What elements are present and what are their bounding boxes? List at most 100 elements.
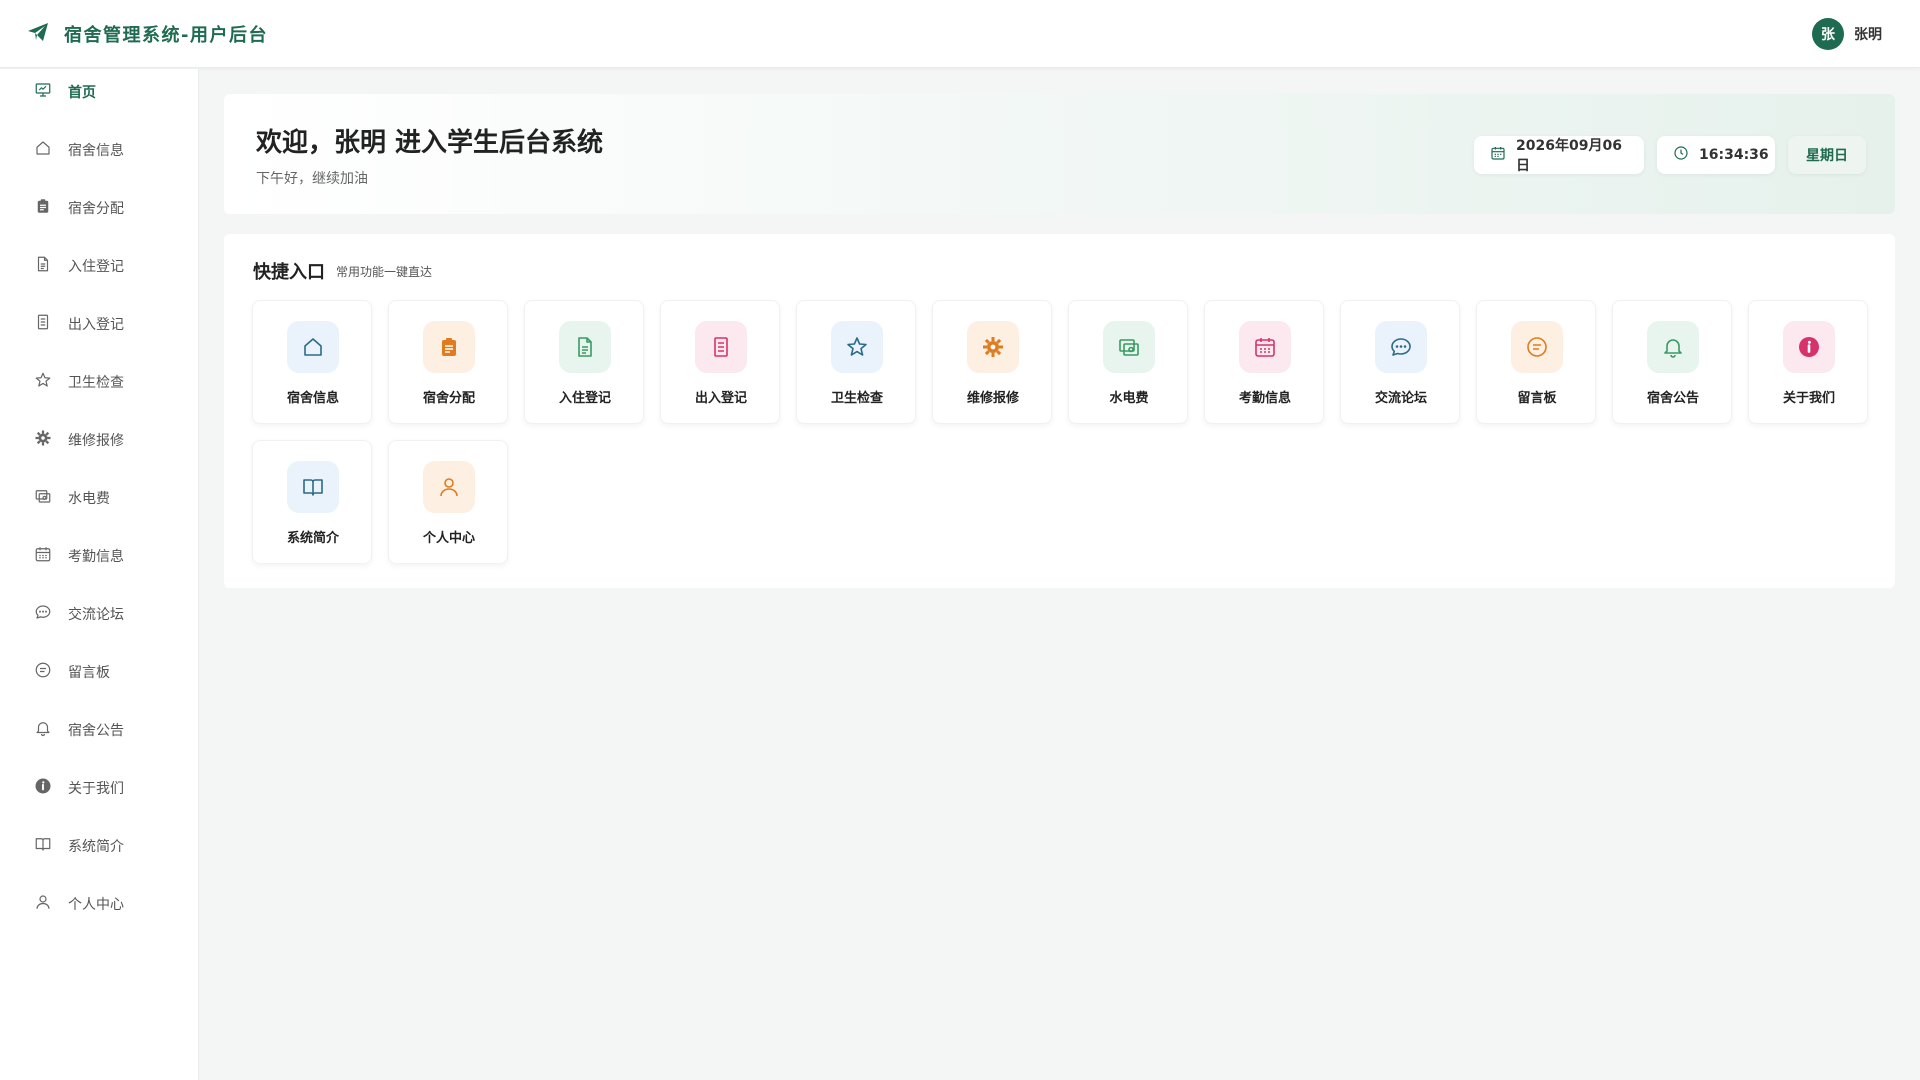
welcome-title: 欢迎，张明 进入学生后台系统 (256, 128, 604, 158)
chat-bubble-icon (1375, 321, 1427, 373)
quick-tile-label: 考勤信息 (1238, 391, 1291, 406)
sidebar-item-label: 个人中心 (68, 897, 124, 913)
sidebar-item-5[interactable]: 出入登记 (0, 300, 199, 348)
quick-tile-label: 入住登记 (558, 391, 611, 406)
sidebar-item-label: 留言板 (68, 665, 110, 681)
welcome-subtitle: 下午好，继续加油 (256, 171, 368, 187)
app-title: 宿舍管理系统-用户后台 (64, 24, 268, 46)
user-icon (34, 893, 52, 915)
quick-tile-2[interactable]: 宿舍分配 (388, 300, 508, 424)
book-icon (287, 461, 339, 513)
user-menu[interactable]: 张 张明 (1812, 18, 1882, 50)
quick-access-panel: 快捷入口 常用功能一键直达 宿舍信息 宿舍分配 入住登记 出入登记 卫生检查 维修报修 水电… (224, 234, 1895, 588)
sidebar-item-label: 维修报修 (68, 433, 124, 449)
quick-tile-14[interactable]: 个人中心 (388, 440, 508, 564)
home-icon (287, 321, 339, 373)
quick-tile-label: 卫生检查 (830, 391, 883, 406)
sidebar-item-13[interactable]: 关于我们 (0, 764, 199, 812)
time-chip: 16:34:36 (1657, 136, 1775, 174)
quick-tile-6[interactable]: 维修报修 (932, 300, 1052, 424)
sidebar-item-6[interactable]: 卫生检查 (0, 358, 199, 406)
quick-tile-10[interactable]: 留言板 (1476, 300, 1596, 424)
gear-icon (34, 429, 52, 451)
calendar-icon (1239, 321, 1291, 373)
bell-icon (1647, 321, 1699, 373)
quick-tile-label: 系统简介 (286, 531, 339, 546)
bell-icon (34, 719, 52, 741)
sidebar-item-3[interactable]: 宿舍分配 (0, 184, 199, 232)
quick-tile-5[interactable]: 卫生检查 (796, 300, 916, 424)
user-icon (423, 461, 475, 513)
date-chip: 2026年09月06日 (1474, 136, 1644, 174)
quick-tile-11[interactable]: 宿舍公告 (1612, 300, 1732, 424)
sidebar-item-1[interactable]: 首页 (0, 68, 199, 116)
quick-tile-13[interactable]: 系统简介 (252, 440, 372, 564)
sidebar-item-8[interactable]: 水电费 (0, 474, 199, 522)
quick-tile-label: 宿舍信息 (286, 391, 339, 406)
calendar-icon (1490, 145, 1516, 165)
sidebar-item-label: 水电费 (68, 491, 110, 507)
gear-icon (967, 321, 1019, 373)
money-icon (1103, 321, 1155, 373)
sidebar-item-label: 系统简介 (68, 839, 124, 855)
quick-tile-4[interactable]: 出入登记 (660, 300, 780, 424)
calendar-icon (34, 545, 52, 567)
quick-tile-label: 水电费 (1109, 391, 1149, 406)
sidebar-item-label: 卫生检查 (68, 375, 124, 391)
sidebar-item-label: 入住登记 (68, 259, 124, 275)
sidebar-item-label: 宿舍公告 (68, 723, 124, 739)
document-icon (559, 321, 611, 373)
clock-icon (1673, 145, 1699, 165)
sidebar-item-4[interactable]: 入住登记 (0, 242, 199, 290)
weekday-chip: 星期日 (1788, 136, 1866, 174)
sidebar-item-15[interactable]: 个人中心 (0, 880, 199, 928)
chat-bubble-icon (34, 603, 52, 625)
clipboard-icon (34, 197, 52, 219)
sidebar-item-label: 关于我们 (68, 781, 124, 797)
quick-tile-label: 维修报修 (966, 391, 1019, 406)
sidebar-item-10[interactable]: 交流论坛 (0, 590, 199, 638)
quick-tile-label: 关于我们 (1782, 391, 1835, 406)
quick-tile-12[interactable]: 关于我们 (1748, 300, 1868, 424)
quick-access-title: 快捷入口 (253, 262, 325, 283)
sidebar-item-label: 交流论坛 (68, 607, 124, 623)
quick-tile-7[interactable]: 水电费 (1068, 300, 1188, 424)
star-icon (831, 321, 883, 373)
quick-tile-8[interactable]: 考勤信息 (1204, 300, 1324, 424)
info-icon (34, 777, 52, 799)
quick-tile-label: 留言板 (1517, 391, 1557, 406)
user-name[interactable]: 张明 (1854, 24, 1882, 44)
star-icon (34, 371, 52, 393)
sidebar-item-2[interactable]: 宿舍信息 (0, 126, 199, 174)
quick-tile-label: 宿舍分配 (422, 391, 475, 406)
sidebar-item-9[interactable]: 考勤信息 (0, 532, 199, 580)
date-text: 2026年09月06日 (1516, 138, 1622, 174)
quick-tile-label: 个人中心 (422, 531, 475, 546)
list-document-icon (34, 313, 52, 335)
sidebar-item-label: 出入登记 (68, 317, 124, 333)
sidebar-item-label: 考勤信息 (68, 549, 124, 565)
message-icon (1511, 321, 1563, 373)
sidebar-item-7[interactable]: 维修报修 (0, 416, 199, 464)
sidebar-item-14[interactable]: 系统简介 (0, 822, 199, 870)
document-icon (34, 255, 52, 277)
message-icon (34, 661, 52, 683)
sidebar-item-11[interactable]: 留言板 (0, 648, 199, 696)
top-bar: 宿舍管理系统-用户后台 张 张明 (0, 0, 1920, 68)
brand[interactable]: 宿舍管理系统-用户后台 (26, 20, 268, 48)
sidebar: 首页宿舍信息宿舍分配入住登记出入登记卫生检查维修报修水电费考勤信息交流论坛留言板… (0, 69, 199, 1080)
time-text: 16:34:36 (1699, 147, 1769, 163)
quick-tile-9[interactable]: 交流论坛 (1340, 300, 1460, 424)
money-icon (34, 487, 52, 509)
quick-access-subtitle: 常用功能一键直达 (336, 265, 433, 279)
sidebar-item-12[interactable]: 宿舍公告 (0, 706, 199, 754)
list-document-icon (695, 321, 747, 373)
presentation-icon (34, 81, 52, 103)
avatar[interactable]: 张 (1812, 18, 1844, 50)
quick-tile-label: 交流论坛 (1374, 391, 1427, 406)
quick-tile-label: 宿舍公告 (1646, 391, 1699, 406)
quick-tile-1[interactable]: 宿舍信息 (252, 300, 372, 424)
paper-plane-icon (26, 20, 50, 48)
quick-tile-label: 出入登记 (694, 391, 747, 406)
quick-tile-3[interactable]: 入住登记 (524, 300, 644, 424)
